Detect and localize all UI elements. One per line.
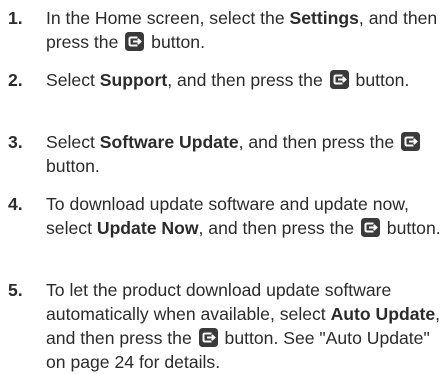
menu-item-name: Settings [289,8,359,28]
step-text: To download update software and update n… [46,194,441,238]
step-4: 4. To download update software and updat… [0,192,447,240]
step-number: 2. [8,70,23,90]
step-5: 5. To let the product download update so… [0,278,447,374]
menu-item-name: Support [99,70,168,90]
step-text: In the Home screen, select the Settings,… [46,8,438,52]
step-text: Select Software Update, and then press t… [46,132,422,176]
step-2: 2. Select Support, and then press the bu… [0,68,447,92]
step-text: To let the product download update softw… [46,280,441,372]
enter-button-icon [360,218,380,237]
enter-button-icon [125,32,145,51]
menu-item-name: Update Now [96,218,199,238]
step-number: 4. [8,194,23,214]
step-3: 3. Select Software Update, and then pres… [0,130,447,178]
step-number: 3. [8,132,23,152]
enter-button-icon [198,328,218,347]
enter-button-icon [329,70,349,89]
enter-button-icon [401,132,421,151]
step-number: 5. [8,280,23,300]
step-1: 1. In the Home screen, select the Settin… [0,6,447,54]
menu-item-name: Auto Update [330,304,436,324]
menu-item-name: Software Update [99,132,239,152]
step-text: Select Support, and then press the butto… [46,70,410,90]
step-number: 1. [8,8,23,28]
